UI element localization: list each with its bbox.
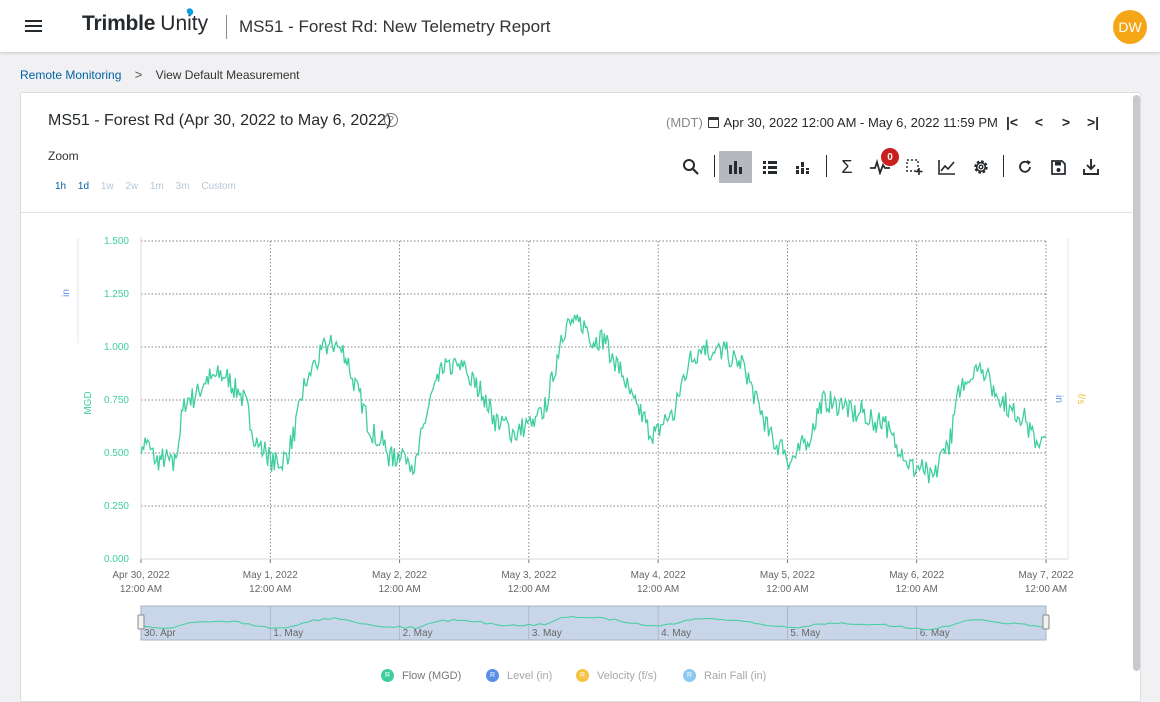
x-tick-date: May 2, 2022 xyxy=(372,570,427,581)
x-tick-date: May 1, 2022 xyxy=(243,570,298,581)
legend-level[interactable]: R Level (in) xyxy=(486,669,552,682)
breadcrumb-current: View Default Measurement xyxy=(155,68,300,82)
telemetry-chart[interactable]: 0.000 0.250 0.500 0.750 1.000 1.250 1.500 Apr 3… xyxy=(21,93,1131,668)
y-axis-title-velocity: f/s xyxy=(1075,394,1086,405)
navigator-label: 5. May xyxy=(790,628,820,639)
top-bar: Trimble Unity MS51 - Forest Rd: New Telem… xyxy=(0,0,1160,52)
y-axis-title-flow: MGD xyxy=(83,391,94,414)
y-axis-title-right-level: in xyxy=(1053,395,1064,403)
legend-rainfall[interactable]: R Rain Fall (in) xyxy=(683,669,766,682)
flow-series-line xyxy=(140,314,1047,484)
x-tick-date: May 5, 2022 xyxy=(760,570,815,581)
navigator-label: 30. Apr xyxy=(144,628,176,639)
page-title: MS51 - Forest Rd: New Telemetry Report xyxy=(239,17,551,36)
legend-flow[interactable]: R Flow (MGD) xyxy=(381,669,461,682)
legend-rainfall-marker: R xyxy=(683,669,696,682)
menu-icon[interactable] xyxy=(25,19,43,33)
legend-velocity-label: Velocity (f/s) xyxy=(597,669,657,682)
x-tick-time: 12:00 AM xyxy=(508,584,550,595)
chevron-right-icon: > xyxy=(134,67,143,82)
legend-flow-label: Flow (MGD) xyxy=(402,669,462,682)
legend-level-marker: R xyxy=(486,669,499,682)
y-tick-label: 1.500 xyxy=(104,236,129,247)
x-tick-time: 12:00 AM xyxy=(1025,584,1067,595)
legend-flow-marker: R xyxy=(381,669,394,682)
y-axis-title-level: in xyxy=(61,289,72,297)
y-tick-label: 1.250 xyxy=(104,289,129,300)
y-tick-label: 0.750 xyxy=(104,395,129,406)
navigator-handle-left[interactable] xyxy=(137,614,145,630)
x-tick-date: May 7, 2022 xyxy=(1018,570,1073,581)
avatar[interactable]: DW xyxy=(1113,10,1147,44)
breadcrumb: Remote Monitoring > View Default Measure… xyxy=(20,67,300,82)
x-tick-date: May 6, 2022 xyxy=(889,570,944,581)
x-tick-time: 12:00 AM xyxy=(378,584,420,595)
x-tick-date: Apr 30, 2022 xyxy=(112,570,170,581)
x-tick-time: 12:00 AM xyxy=(896,584,938,595)
y-tick-label: 0.500 xyxy=(104,448,129,459)
legend-velocity-marker: R xyxy=(576,669,589,682)
navigator-label: 3. May xyxy=(532,628,562,639)
x-tick-time: 12:00 AM xyxy=(120,584,162,595)
x-tick-time: 12:00 AM xyxy=(766,584,808,595)
navigator-label: 4. May xyxy=(661,628,691,639)
navigator-label: 2. May xyxy=(403,628,433,639)
x-tick-date: May 4, 2022 xyxy=(631,570,686,581)
legend-velocity[interactable]: R Velocity (f/s) xyxy=(576,669,657,682)
x-tick-time: 12:00 AM xyxy=(249,584,291,595)
report-card: MS51 - Forest Rd (Apr 30, 2022 to May 6,… xyxy=(20,92,1141,702)
legend-level-label: Level (in) xyxy=(507,669,553,682)
navigator-label: 1. May xyxy=(273,628,303,639)
x-tick-time: 12:00 AM xyxy=(637,584,679,595)
legend-rainfall-label: Rain Fall (in) xyxy=(704,669,767,682)
breadcrumb-remote-monitoring-link[interactable]: Remote Monitoring xyxy=(20,68,121,82)
y-tick-label: 1.000 xyxy=(104,342,129,353)
scrollbar[interactable] xyxy=(1133,95,1140,671)
y-tick-label: 0.250 xyxy=(104,501,129,512)
navigator-handle-right[interactable] xyxy=(1042,614,1050,630)
header-divider xyxy=(226,15,227,39)
y-tick-label: 0.000 xyxy=(104,554,129,565)
x-tick-date: May 3, 2022 xyxy=(501,570,556,581)
